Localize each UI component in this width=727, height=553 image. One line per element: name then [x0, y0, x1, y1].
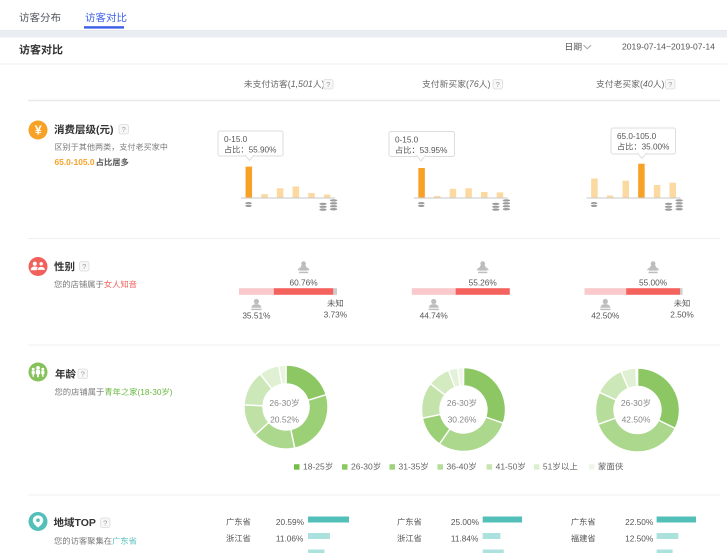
svg-text:?: ? [103, 519, 107, 528]
svg-text:36-40: 36-40 [447, 462, 469, 472]
svg-text:11.06%: 11.06% [276, 533, 304, 543]
svg-text:22.50%: 22.50% [625, 517, 654, 527]
svg-text:20.59%: 20.59% [276, 517, 305, 527]
svg-text:0-15.0: 0-15.0 [395, 136, 419, 145]
svg-text:35.51%: 35.51% [242, 310, 271, 320]
svg-text:30.26%: 30.26% [448, 414, 477, 424]
svg-text:(: ( [96, 124, 100, 136]
svg-text:2019-07-14~2019-07-14: 2019-07-14~2019-07-14 [622, 42, 715, 52]
svg-text:?: ? [81, 370, 85, 379]
svg-text:?: ? [326, 80, 330, 89]
svg-text:76: 76 [469, 79, 479, 89]
svg-text:): ) [110, 124, 114, 136]
svg-text:51: 51 [543, 462, 553, 472]
svg-text:55.26%: 55.26% [469, 277, 498, 287]
svg-text:44.74%: 44.74% [420, 310, 449, 320]
svg-text:65.0-105.0: 65.0-105.0 [617, 132, 657, 141]
svg-text:?: ? [82, 262, 86, 271]
svg-text:55.00%: 55.00% [639, 277, 668, 287]
svg-text:65.0-105.0: 65.0-105.0 [55, 157, 95, 167]
svg-text:53.95%: 53.95% [420, 146, 448, 155]
svg-text:): ) [170, 387, 173, 397]
svg-text:(18-30: (18-30 [138, 387, 162, 397]
svg-text:26-30: 26-30 [621, 398, 643, 408]
svg-text:¥: ¥ [35, 123, 42, 137]
svg-text:2.50%: 2.50% [670, 310, 694, 320]
svg-text:35.00%: 35.00% [642, 143, 670, 152]
svg-text:1,501: 1,501 [291, 79, 313, 89]
svg-text:26-30: 26-30 [447, 398, 469, 408]
svg-text:?: ? [122, 125, 126, 134]
svg-text:12.50%: 12.50% [625, 533, 654, 543]
svg-text:40: 40 [643, 79, 653, 89]
svg-text:55.90%: 55.90% [249, 146, 277, 155]
svg-text:18-25: 18-25 [303, 462, 325, 472]
svg-text:25.00%: 25.00% [451, 517, 480, 527]
svg-text:3.73%: 3.73% [324, 310, 348, 320]
svg-text:?: ? [496, 80, 500, 89]
svg-text:60.76%: 60.76% [290, 277, 319, 287]
svg-text:): ) [662, 79, 665, 89]
svg-text:42.50%: 42.50% [622, 414, 651, 424]
svg-text:TOP: TOP [75, 517, 96, 529]
svg-text:31-35: 31-35 [399, 462, 421, 472]
svg-text:42.50%: 42.50% [591, 310, 620, 320]
svg-text:41-50: 41-50 [496, 462, 518, 472]
svg-text:11.84%: 11.84% [451, 533, 479, 543]
svg-text:26-30: 26-30 [269, 398, 291, 408]
svg-text:?: ? [668, 80, 672, 89]
svg-text:26-30: 26-30 [351, 462, 373, 472]
svg-text:0-15.0: 0-15.0 [224, 135, 248, 144]
svg-text:): ) [488, 79, 491, 89]
svg-text:20.52%: 20.52% [270, 414, 299, 424]
